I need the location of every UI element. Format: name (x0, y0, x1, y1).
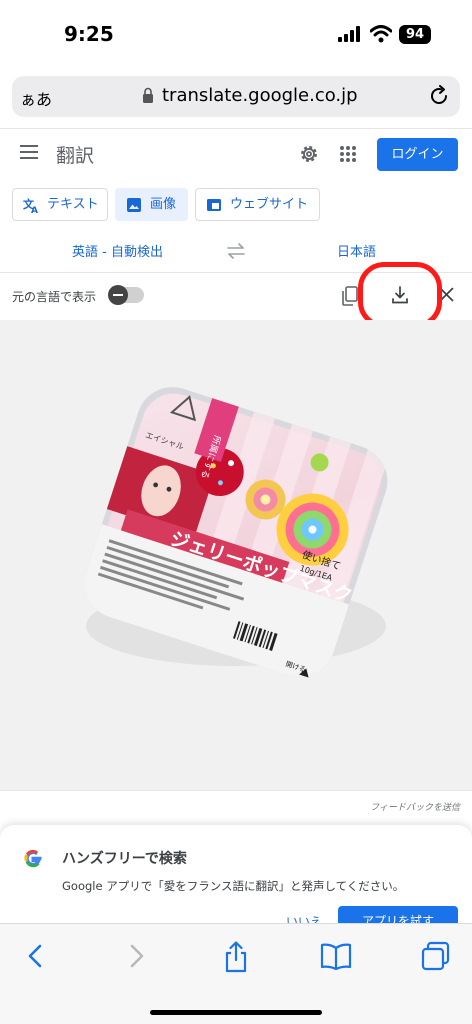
image-icon (127, 198, 141, 212)
app-title: 翻訳 (56, 145, 95, 167)
menu-icon[interactable] (20, 145, 38, 159)
copy-icon[interactable] (342, 286, 358, 306)
handsfree-promo-card: ハンズフリーで検索 Google アプリで「愛をフランス語に翻訳」と発声してくだ… (0, 825, 472, 938)
cellular-signal-icon (338, 26, 360, 42)
share-icon[interactable] (222, 941, 250, 973)
feedback-link[interactable]: フィードバックを送信 (370, 800, 460, 813)
svg-text:A: A (31, 206, 38, 213)
login-button[interactable]: ログイン (377, 138, 458, 171)
tabs-icon[interactable] (421, 941, 451, 971)
browser-toolbar (0, 923, 472, 1024)
battery-indicator: 94 (399, 25, 431, 44)
url-text[interactable]: translate.google.co.jp (162, 85, 358, 106)
tab-text[interactable]: 文 A テキスト (12, 188, 108, 221)
website-icon (207, 199, 221, 211)
tab-image[interactable]: 画像 (115, 188, 188, 221)
highlight-annotation (358, 262, 442, 328)
apps-grid-icon[interactable] (339, 145, 357, 163)
show-original-label: 元の言語で表示 (12, 290, 97, 304)
reload-icon[interactable] (428, 85, 450, 107)
card-body: Google アプリで「愛をフランス語に翻訳」と発声してください。 (62, 879, 405, 893)
source-language-button[interactable]: 英語 - 自動検出 (72, 241, 163, 260)
card-title: ハンズフリーで検索 (62, 851, 187, 867)
app-header: 翻訳 ログイン (0, 128, 472, 180)
wifi-icon (370, 25, 392, 43)
tab-text-label: テキスト (47, 197, 99, 212)
swap-languages-icon[interactable] (226, 243, 246, 259)
status-time: 9:25 (64, 22, 114, 46)
tab-website-label: ウェブサイト (230, 197, 309, 212)
home-indicator (150, 1010, 322, 1015)
lock-icon (143, 87, 153, 103)
tab-image-label: 画像 (150, 197, 177, 212)
back-icon[interactable] (24, 941, 46, 971)
divider (0, 790, 472, 791)
translated-image-area: 所属にする エイシャル ジェリーポップマスク 使い捨て 10g/1EA 開ける (0, 320, 472, 790)
show-original-toggle[interactable] (108, 285, 144, 305)
translate-icon: 文 A (23, 197, 38, 213)
page-settings-button[interactable]: ぁあ (20, 86, 52, 110)
bookmarks-icon[interactable] (320, 941, 352, 971)
forward-icon[interactable] (126, 941, 148, 971)
gear-icon[interactable] (298, 143, 320, 165)
target-language-button[interactable]: 日本語 (337, 241, 376, 260)
toggle-knob (108, 285, 128, 305)
product-image: 所属にする エイシャル ジェリーポップマスク 使い捨て 10g/1EA 開ける (75, 387, 390, 687)
google-logo-icon (24, 849, 42, 868)
url-bar[interactable]: ぁあ translate.google.co.jp (12, 76, 460, 117)
tab-website[interactable]: ウェブサイト (195, 188, 320, 221)
